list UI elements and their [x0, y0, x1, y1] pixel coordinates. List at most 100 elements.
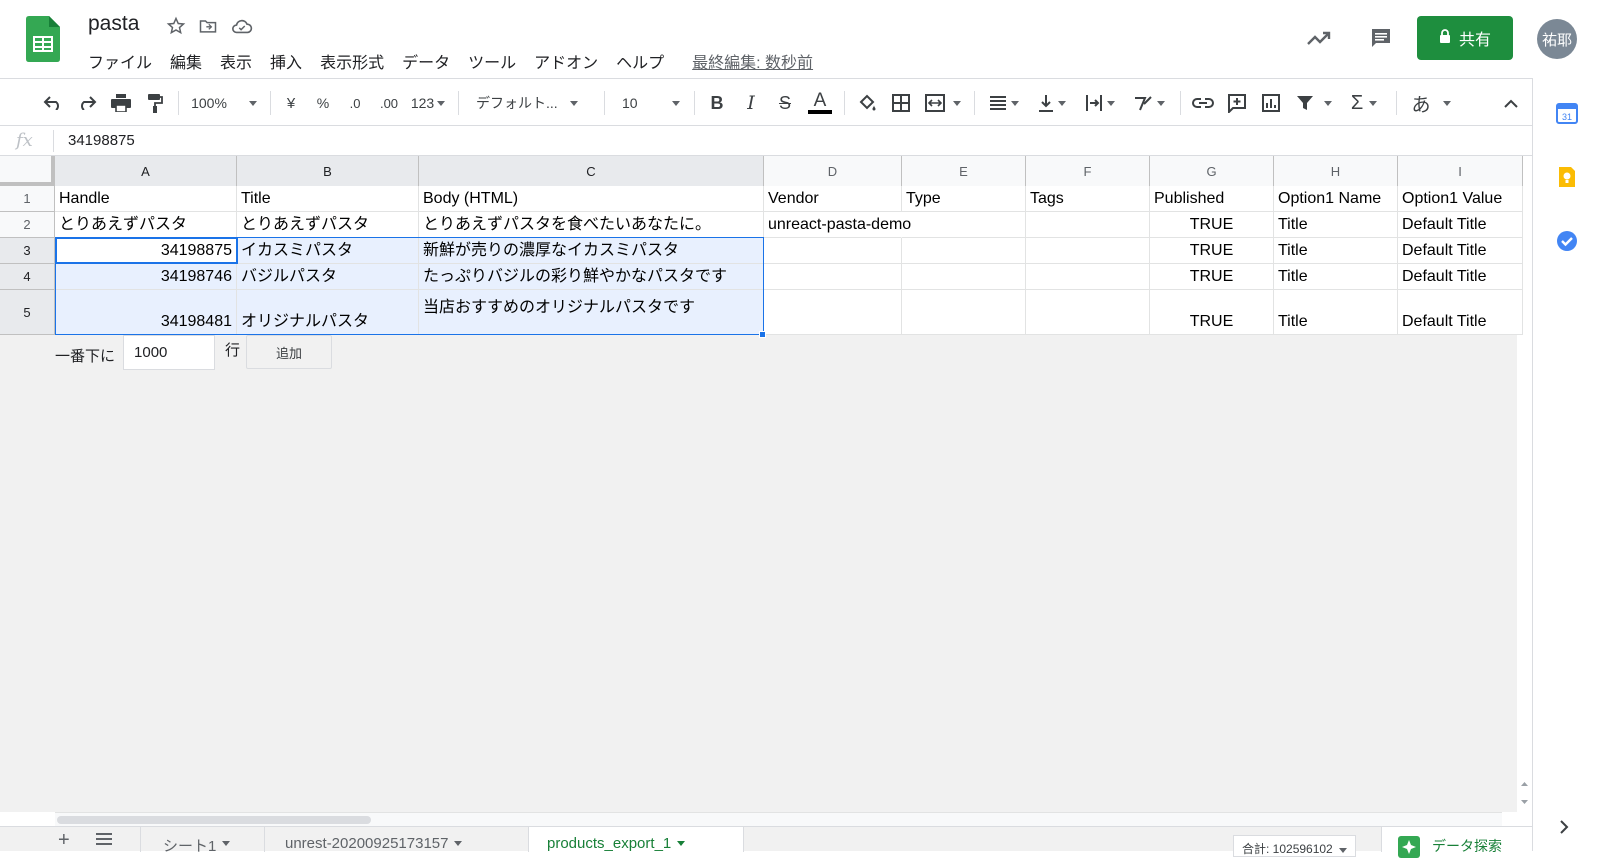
menu-insert[interactable]: 挿入	[262, 47, 310, 75]
cell-b5[interactable]: オリジナルパスタ	[237, 290, 419, 335]
increase-decimal-button[interactable]: .00	[374, 89, 404, 117]
column-header-a[interactable]: A	[55, 156, 237, 186]
column-header-c[interactable]: C	[419, 156, 764, 186]
cell-i3[interactable]: Default Title	[1398, 238, 1523, 264]
cell-b2[interactable]: とりあえずパスタ	[237, 212, 419, 238]
share-button[interactable]: 共有	[1417, 16, 1513, 60]
italic-icon[interactable]: I	[738, 89, 764, 117]
column-header-e[interactable]: E	[902, 156, 1026, 186]
cell-h1[interactable]: Option1 Name	[1274, 186, 1398, 212]
menu-format[interactable]: 表示形式	[312, 47, 392, 75]
sheet-tab-3[interactable]: products_export_1	[528, 827, 744, 852]
column-header-f[interactable]: F	[1026, 156, 1150, 186]
cell-b1[interactable]: Title	[237, 186, 419, 212]
explore-button[interactable]: データ探索	[1381, 827, 1532, 858]
input-tools-button[interactable]: あ	[1406, 89, 1456, 117]
strikethrough-icon[interactable]: S	[772, 89, 798, 117]
menu-file[interactable]: ファイル	[80, 47, 160, 75]
cell-g2[interactable]: TRUE	[1150, 212, 1274, 238]
cell-c2[interactable]: とりあえずパスタを食べたいあなたに。	[419, 212, 764, 238]
merge-cells-icon[interactable]	[922, 89, 964, 117]
cell-c1[interactable]: Body (HTML)	[419, 186, 764, 212]
menu-view[interactable]: 表示	[212, 47, 260, 75]
insert-comment-icon[interactable]	[1224, 89, 1250, 117]
cell-e1[interactable]: Type	[902, 186, 1026, 212]
column-header-h[interactable]: H	[1274, 156, 1398, 186]
cell-d5[interactable]	[764, 290, 902, 335]
document-title[interactable]: pasta	[88, 12, 139, 36]
column-header-i[interactable]: I	[1398, 156, 1523, 186]
paint-format-icon[interactable]	[142, 89, 168, 117]
insert-chart-icon[interactable]	[1258, 89, 1284, 117]
borders-icon[interactable]	[888, 89, 914, 117]
cell-f4[interactable]	[1026, 264, 1150, 290]
cell-f3[interactable]	[1026, 238, 1150, 264]
cell-f1[interactable]: Tags	[1026, 186, 1150, 212]
menu-addons[interactable]: アドオン	[526, 47, 606, 75]
add-sheet-icon[interactable]: +	[58, 827, 70, 852]
cell-i4[interactable]: Default Title	[1398, 264, 1523, 290]
sheet-tab-1[interactable]: シート1	[140, 827, 264, 855]
collapse-toolbar-icon[interactable]	[1498, 89, 1524, 117]
vertical-scroll-buttons[interactable]	[1517, 774, 1532, 812]
cell-i5[interactable]: Default Title	[1398, 290, 1523, 335]
cell-h4[interactable]: Title	[1274, 264, 1398, 290]
currency-format-button[interactable]: ¥	[280, 89, 302, 117]
menu-help[interactable]: ヘルプ	[608, 47, 672, 75]
cell-g3[interactable]: TRUE	[1150, 238, 1274, 264]
column-header-g[interactable]: G	[1150, 156, 1274, 186]
font-family-select[interactable]: デフォルト...	[470, 89, 594, 117]
vertical-align-icon[interactable]	[1032, 89, 1072, 117]
filter-icon[interactable]	[1292, 89, 1336, 117]
move-folder-icon[interactable]	[196, 14, 220, 38]
last-edit-link[interactable]: 最終編集: 数秒前	[692, 49, 813, 73]
cell-a3[interactable]: 34198875	[55, 238, 237, 264]
cell-d1[interactable]: Vendor	[764, 186, 902, 212]
sheets-logo-icon[interactable]	[26, 16, 60, 62]
cell-g5[interactable]: TRUE	[1150, 290, 1274, 335]
cell-a1[interactable]: Handle	[55, 186, 237, 212]
cell-c4[interactable]: たっぷりバジルの彩り鮮やかなパスタです	[419, 264, 764, 290]
formula-input[interactable]: 34198875	[68, 132, 135, 149]
percent-format-button[interactable]: %	[312, 89, 334, 117]
cell-a5[interactable]: 34198481	[55, 290, 237, 335]
spreadsheet-grid[interactable]: A B C D E F G H I 1 2 3 4 5 Handle Title…	[0, 156, 1523, 812]
cell-d4[interactable]	[764, 264, 902, 290]
row-header-1[interactable]: 1	[0, 186, 55, 212]
bold-icon[interactable]: B	[704, 89, 730, 117]
cell-d2[interactable]: unreact-pasta-demo	[764, 212, 911, 238]
undo-icon[interactable]	[40, 89, 66, 117]
horizontal-align-icon[interactable]	[984, 89, 1024, 117]
expand-side-panel-icon[interactable]	[1559, 820, 1581, 842]
menu-tools[interactable]: ツール	[460, 47, 524, 75]
activity-trend-icon[interactable]	[1305, 24, 1333, 52]
cell-h2[interactable]: Title	[1274, 212, 1398, 238]
star-icon[interactable]	[164, 14, 188, 38]
calendar-icon[interactable]: 31	[1556, 102, 1578, 124]
all-sheets-icon[interactable]	[96, 827, 112, 852]
cell-f2[interactable]	[1026, 212, 1150, 238]
more-formats-select[interactable]: 123	[408, 89, 448, 117]
cell-e2[interactable]	[902, 212, 1026, 238]
row-header-2[interactable]: 2	[0, 212, 55, 238]
row-header-3[interactable]: 3	[0, 238, 55, 264]
column-header-d[interactable]: D	[764, 156, 902, 186]
text-rotation-icon[interactable]	[1128, 89, 1170, 117]
cell-g1[interactable]: Published	[1150, 186, 1274, 212]
horizontal-scroll-thumb[interactable]	[57, 816, 371, 824]
selection-sum[interactable]: 合計: 102596102	[1233, 835, 1356, 857]
print-icon[interactable]	[108, 89, 134, 117]
cell-g4[interactable]: TRUE	[1150, 264, 1274, 290]
avatar[interactable]: 祐耶	[1537, 19, 1577, 59]
comments-icon[interactable]	[1367, 24, 1395, 52]
horizontal-scrollbar[interactable]	[55, 812, 1502, 826]
text-wrapping-icon[interactable]	[1080, 89, 1120, 117]
zoom-select[interactable]: 100%	[188, 89, 260, 117]
row-header-5[interactable]: 5	[0, 290, 55, 335]
cell-c5[interactable]: 当店おすすめのオリジナルパスタです	[419, 290, 764, 335]
cell-h3[interactable]: Title	[1274, 238, 1398, 264]
fill-color-icon[interactable]	[854, 89, 880, 117]
cell-f5[interactable]	[1026, 290, 1150, 335]
cell-i2[interactable]: Default Title	[1398, 212, 1523, 238]
font-size-select[interactable]: 10	[614, 89, 684, 117]
